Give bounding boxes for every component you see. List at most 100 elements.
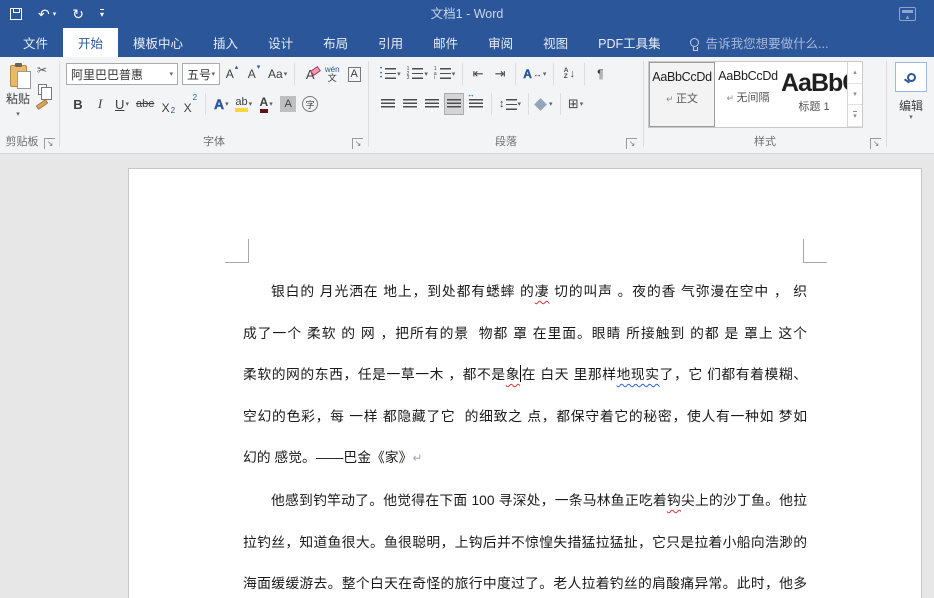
bullets-button[interactable]: •••▾ — [378, 63, 403, 85]
shading-button[interactable]: ▾ — [534, 93, 555, 115]
subscript-button[interactable]: X2 — [158, 93, 178, 115]
cut-icon[interactable]: ✂ — [37, 63, 47, 77]
styles-dialog-launcher[interactable]: ↘ — [870, 138, 881, 149]
ribbon-display-options-button[interactable] — [899, 7, 916, 21]
shrink-font-button[interactable]: A▾ — [244, 63, 264, 85]
text-line: 空幻的色彩，每 一样 都隐藏了它 的细致之 点，都保守着它的秘密，使人有一种如 … — [243, 396, 807, 438]
font-name-dropdown-icon: ▾ — [169, 70, 173, 78]
grow-font-button[interactable]: A▴ — [222, 63, 242, 85]
line-spacing-button[interactable]: ↕▾ — [497, 93, 523, 115]
text-line: 柔软的网的东西，任是一草一木 ，都不是象在 白天 里那样地现实了，它 们都有着模… — [243, 354, 807, 396]
styles-scroll-down-icon[interactable]: ▾ — [848, 84, 862, 106]
numbering-button[interactable]: 123▾ — [405, 63, 430, 85]
styles-more-icon[interactable]: ▾ — [848, 105, 862, 127]
borders-button[interactable]: ⊞▾ — [566, 93, 586, 115]
superscript-button[interactable]: X2 — [180, 93, 200, 115]
bold-button[interactable]: B — [68, 93, 88, 115]
font-size-combobox[interactable]: 五号 ▾ — [182, 63, 220, 85]
font-color-button[interactable]: A▾ — [256, 93, 276, 115]
font-dialog-launcher[interactable]: ↘ — [352, 138, 363, 149]
enclose-characters-button[interactable]: 字 — [300, 93, 320, 115]
character-border-icon: A — [348, 67, 361, 82]
text-segment: 了，它 们都有着模糊、 — [660, 367, 807, 382]
document-page[interactable]: 银白的 月光洒在 地上，到处都有蟋蟀 的凄 切的叫声 。夜的香 气弥漫在空中 ，… — [128, 168, 922, 598]
misspelled-text: 凄 — [535, 284, 550, 299]
margin-corner-mark-right — [803, 239, 827, 263]
clear-formatting-button[interactable]: A — [300, 63, 320, 85]
editing-dropdown-icon[interactable]: ▾ — [888, 113, 934, 121]
italic-button[interactable]: I — [90, 93, 110, 115]
tab-审阅[interactable]: 审阅 — [473, 28, 528, 57]
tab-设计[interactable]: 设计 — [253, 28, 308, 57]
text-line: 他感到钓竿动了。他觉得在下面 100 寻深处，一条马林鱼正吃着钩尖上的沙丁鱼。他… — [243, 480, 807, 522]
align-right-button[interactable] — [422, 93, 442, 115]
font-name-combobox[interactable]: 阿里巴巴普惠 ▾ — [66, 63, 178, 85]
decrease-indent-button[interactable]: ⇤ — [468, 63, 488, 85]
distribute-icon — [469, 99, 483, 110]
justify-button[interactable] — [444, 93, 464, 115]
tab-file[interactable]: 文件 — [8, 28, 63, 57]
format-painter-icon[interactable] — [36, 99, 49, 110]
underline-dropdown-icon: ▾ — [125, 100, 129, 108]
strikethrough-button[interactable]: abe — [134, 93, 156, 115]
paragraph-dialog-launcher[interactable]: ↘ — [626, 138, 637, 149]
tab-PDF工具集[interactable]: PDF工具集 — [583, 28, 676, 57]
styles-scrollbar: ▴ ▾ ▾ — [847, 62, 862, 127]
tab-模板中心[interactable]: 模板中心 — [118, 28, 198, 57]
character-border-button[interactable]: A — [344, 63, 364, 85]
phonetic-guide-button[interactable]: wén文 — [322, 63, 342, 85]
text-segment: 拉钓丝，知道鱼很大。鱼很聪明，上钩后并不惊惶失措猛拉猛扯，它只是拉着小船向浩渺的 — [243, 535, 807, 550]
document-area: 银白的 月光洒在 地上，到处都有蟋蟀 的凄 切的叫声 。夜的香 气弥漫在空中 ，… — [0, 154, 934, 598]
tab-引用[interactable]: 引用 — [363, 28, 418, 57]
paragraph-group: •••▾ 123▾ 1ai▾ ⇤ ⇥ A↔▾ AZ↓ ¶ ↕▾ ▾ ⊞▾ — [372, 57, 640, 153]
change-case-button[interactable]: Aa▾ — [266, 63, 289, 85]
tab-邮件[interactable]: 邮件 — [418, 28, 473, 57]
paste-button[interactable]: 粘贴 ▾ — [2, 61, 34, 137]
sort-icon: AZ — [564, 68, 569, 80]
style-preview: AaBbCcDd — [650, 70, 714, 84]
shading-bucket-icon — [534, 98, 547, 111]
justify-icon — [447, 99, 461, 110]
clipboard-small-buttons: ✂ — [36, 63, 48, 107]
numbering-icon: 123 — [407, 67, 410, 81]
editing-group-label: 编辑 — [888, 97, 934, 114]
search-icon — [907, 73, 916, 82]
copy-icon[interactable] — [38, 84, 47, 95]
style-name: 标题 1 — [781, 98, 847, 114]
align-left-button[interactable] — [378, 93, 398, 115]
text-segment: 成了一个 柔软 的 网 ，把所有的景 物都 罩 在里面。眼睛 所接触到 的都 是… — [243, 326, 807, 341]
style-name: ↵ 正文 — [650, 90, 714, 106]
styles-group-label: 样式 — [646, 133, 884, 149]
styles-scroll-up-icon[interactable]: ▴ — [848, 62, 862, 84]
character-shading-button[interactable]: A — [278, 93, 298, 115]
highlight-icon: ab — [235, 96, 247, 112]
text-effects-button[interactable]: A▾ — [211, 93, 231, 115]
style-item-无间隔[interactable]: AaBbCcDd↵ 无间隔 — [715, 62, 781, 127]
tab-视图[interactable]: 视图 — [528, 28, 583, 57]
style-item-标题 1[interactable]: AaBbC标题 1 — [781, 62, 847, 127]
asian-layout-button[interactable]: A↔▾ — [521, 63, 548, 85]
tell-me-box[interactable]: 告诉我您想要做什么... — [690, 28, 829, 57]
text-segment: 海面缓缓游去。整个白天在奇怪的旅行中度过了。老人拉着钓丝的肩酸痛异常。此时，他多 — [243, 576, 807, 591]
show-marks-button[interactable]: ¶ — [590, 63, 610, 85]
sort-button[interactable]: AZ↓ — [559, 63, 579, 85]
document-text[interactable]: 银白的 月光洒在 地上，到处都有蟋蟀 的凄 切的叫声 。夜的香 气弥漫在空中 ，… — [243, 271, 807, 598]
text-segment: 柔软的网的东西，任是一草一木 ，都不是 — [243, 367, 506, 382]
find-button[interactable] — [895, 62, 927, 92]
tab-开始[interactable]: 开始 — [63, 28, 118, 57]
font-group-label: 字体 — [62, 133, 366, 149]
tab-插入[interactable]: 插入 — [198, 28, 253, 57]
highlight-button[interactable]: ab▾ — [233, 93, 254, 115]
asian-layout-icon: A — [523, 67, 532, 81]
clipboard-dialog-launcher[interactable]: ↘ — [44, 138, 55, 149]
align-center-button[interactable] — [400, 93, 420, 115]
underline-button[interactable]: U▾ — [112, 93, 132, 115]
distribute-button[interactable] — [466, 93, 486, 115]
paste-dropdown-icon[interactable]: ▾ — [16, 110, 20, 118]
tab-布局[interactable]: 布局 — [308, 28, 363, 57]
multilevel-list-button[interactable]: 1ai▾ — [432, 63, 457, 85]
style-item-正文[interactable]: AaBbCcDd ↵ 正文 — [649, 62, 715, 127]
increase-indent-button[interactable]: ⇥ — [490, 63, 510, 85]
paste-label: 粘贴 — [6, 90, 30, 107]
clear-formatting-icon: A — [306, 67, 315, 82]
